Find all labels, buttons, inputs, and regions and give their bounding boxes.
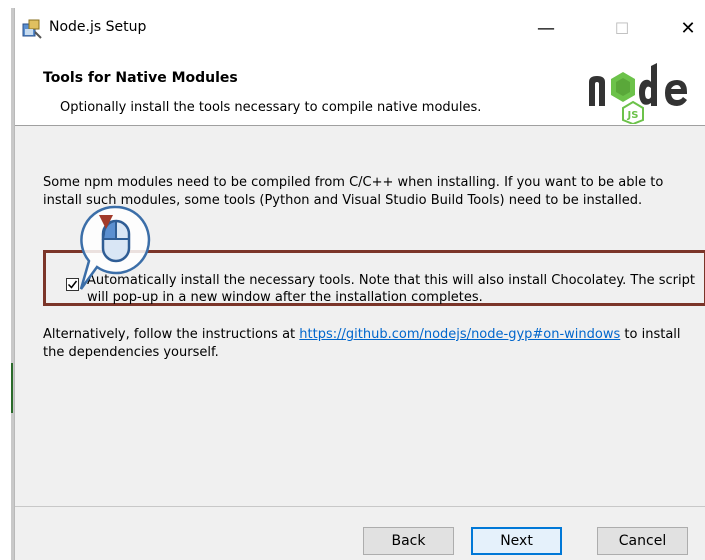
page-title: Tools for Native Modules bbox=[43, 70, 238, 86]
page-subtitle: Optionally install the tools necessary t… bbox=[60, 100, 482, 115]
next-button[interactable]: Next bbox=[471, 527, 562, 555]
minimize-button[interactable]: — bbox=[523, 8, 569, 48]
maximize-button[interactable]: ☐ bbox=[599, 8, 645, 48]
title-bar[interactable]: Node.js Setup — ☐ ✕ bbox=[15, 8, 705, 48]
installer-icon bbox=[21, 18, 43, 40]
footer-divider bbox=[15, 506, 705, 507]
outer-margin bbox=[0, 0, 705, 8]
setup-window: Node.js Setup — ☐ ✕ Tools for Native Mod… bbox=[14, 8, 705, 560]
nodejs-logo-icon: JS bbox=[589, 63, 687, 124]
alternative-prefix: Alternatively, follow the instructions a… bbox=[43, 327, 300, 342]
wizard-header: Tools for Native Modules Optionally inst… bbox=[15, 48, 705, 126]
background-window-accent bbox=[11, 363, 13, 413]
close-button[interactable]: ✕ bbox=[665, 8, 705, 48]
window-title: Node.js Setup bbox=[49, 19, 147, 35]
background-window-edge bbox=[0, 8, 14, 560]
alternative-instructions: Alternatively, follow the instructions a… bbox=[43, 326, 693, 362]
cancel-button[interactable]: Cancel bbox=[597, 527, 688, 555]
click-indicator-icon bbox=[79, 205, 151, 290]
auto-install-label[interactable]: Automatically install the necessary tool… bbox=[87, 272, 697, 306]
logo-badge-text: JS bbox=[627, 110, 639, 121]
node-gyp-link[interactable]: https://github.com/nodejs/node-gyp#on-wi… bbox=[299, 327, 620, 342]
back-button[interactable]: Back bbox=[363, 527, 454, 555]
